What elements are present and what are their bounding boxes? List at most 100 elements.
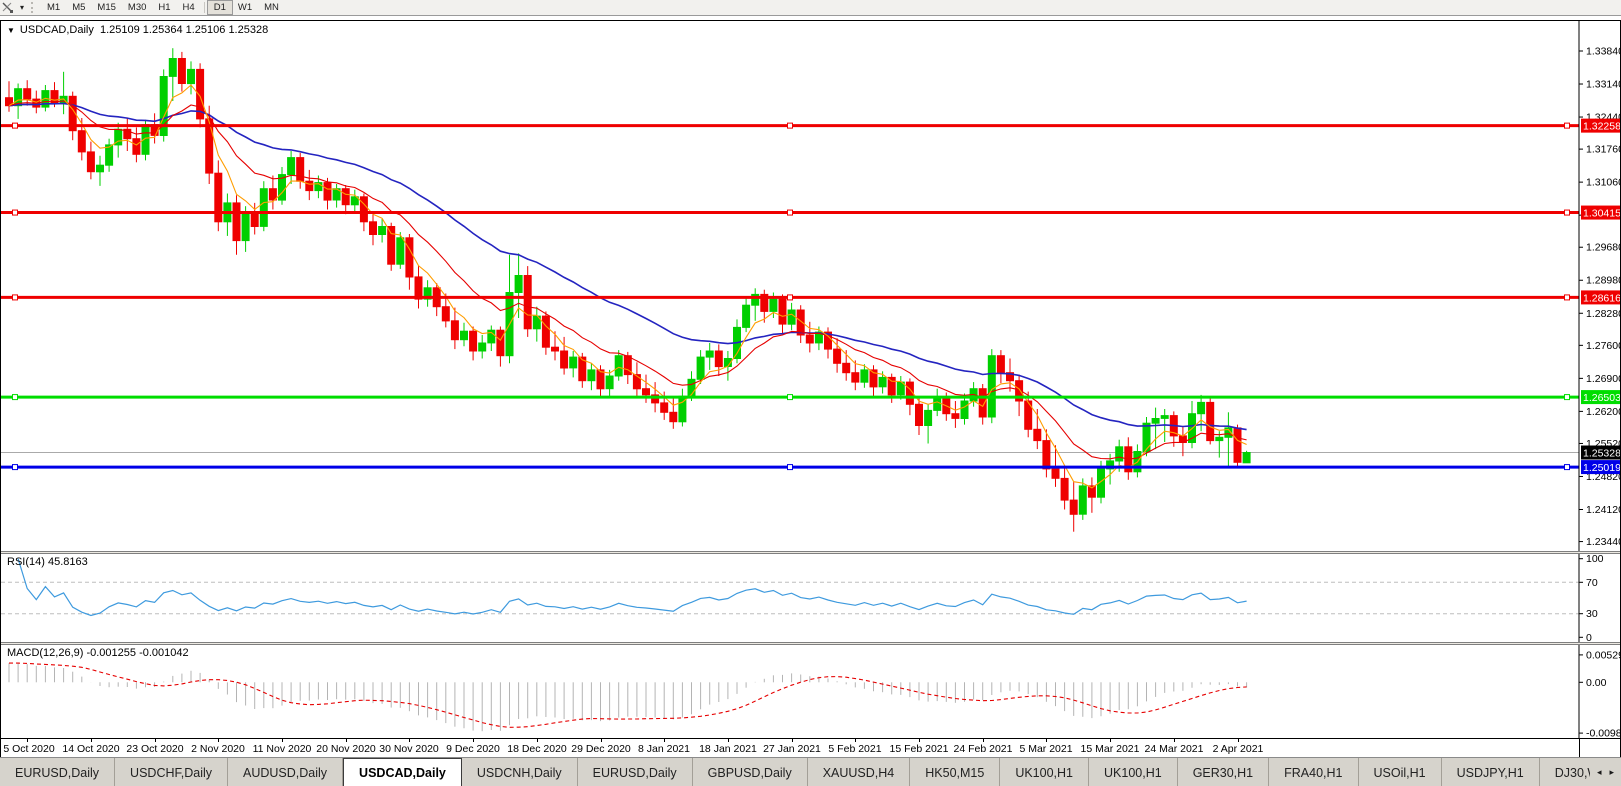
- line-handle[interactable]: [787, 464, 793, 471]
- chart-tab-fra40-h1[interactable]: FRA40,H1: [1269, 758, 1359, 786]
- candle-body-up[interactable]: [742, 304, 751, 328]
- candle-body-down[interactable]: [951, 413, 960, 419]
- chart-tab-usdcad-daily[interactable]: USDCAD,Daily: [343, 758, 462, 786]
- period-button-m5[interactable]: M5: [66, 1, 91, 14]
- candle-body-down[interactable]: [77, 130, 86, 153]
- candle-body-up[interactable]: [1160, 415, 1169, 419]
- candle-body-down[interactable]: [450, 320, 459, 341]
- candle-body-down[interactable]: [551, 346, 559, 352]
- line-handle[interactable]: [1564, 464, 1570, 471]
- candle-body-down[interactable]: [714, 350, 723, 368]
- candle-body-up[interactable]: [1215, 436, 1224, 442]
- candle-body-up[interactable]: [514, 275, 523, 293]
- line-handle[interactable]: [787, 394, 793, 401]
- chart-tab-xauusd-h4[interactable]: XAUUSD,H4: [808, 758, 911, 786]
- macd-plot[interactable]: 0.005296 0.00 -0.00981: [1, 645, 1620, 738]
- candle-body-down[interactable]: [441, 306, 450, 322]
- candle-body-up[interactable]: [860, 369, 869, 383]
- candle-body-up[interactable]: [1197, 401, 1206, 415]
- candlestick-plot[interactable]: 1.338401.331401.324401.317601.310601.303…: [1, 21, 1620, 551]
- chart-tab-usoil-h1[interactable]: USOil,H1: [1359, 758, 1442, 786]
- line-handle[interactable]: [787, 122, 793, 129]
- candle-body-up[interactable]: [168, 58, 177, 77]
- candle-body-down[interactable]: [660, 402, 669, 413]
- candle-body-up[interactable]: [924, 409, 933, 426]
- candle-body-down[interactable]: [177, 58, 186, 84]
- candle-body-up[interactable]: [614, 355, 623, 377]
- candle-body-up[interactable]: [696, 356, 705, 380]
- window-menu-icon[interactable]: ▼: [7, 26, 15, 35]
- candle-body-down[interactable]: [1069, 499, 1078, 515]
- candle-body-down[interactable]: [1051, 468, 1060, 479]
- candle-body-down[interactable]: [596, 369, 605, 390]
- chart-tab-hk50-m15[interactable]: HK50,M15: [910, 758, 1001, 786]
- chart-tab-usdchf-daily[interactable]: USDCHF,Daily: [115, 758, 228, 786]
- candle-body-down[interactable]: [805, 334, 814, 344]
- candle-body-down[interactable]: [842, 362, 851, 374]
- candle-body-up[interactable]: [787, 309, 796, 325]
- candle-body-up[interactable]: [960, 400, 969, 419]
- candle-body-down[interactable]: [86, 151, 95, 173]
- chart-tab-usdjpy-h1[interactable]: USDJPY,H1: [1442, 758, 1540, 786]
- candle-body-up[interactable]: [478, 342, 487, 352]
- rsi-plot[interactable]: 100 70 30 0: [1, 554, 1620, 642]
- candle-body-down[interactable]: [469, 330, 478, 352]
- candle-body-down[interactable]: [305, 180, 314, 192]
- line-handle[interactable]: [12, 464, 18, 471]
- period-button-m15[interactable]: M15: [91, 1, 121, 14]
- candle-body-down[interactable]: [778, 298, 787, 325]
- line-handle[interactable]: [12, 294, 18, 301]
- period-button-m1[interactable]: M1: [41, 1, 66, 14]
- candle-body-up[interactable]: [705, 350, 714, 358]
- line-handle[interactable]: [12, 394, 18, 401]
- candle-body-down[interactable]: [1042, 440, 1051, 470]
- rsi-panel[interactable]: 100 70 30 0: [1, 554, 1620, 642]
- candle-body-up[interactable]: [187, 68, 195, 85]
- candle-body-down[interactable]: [214, 172, 223, 223]
- candle-body-down[interactable]: [523, 275, 532, 330]
- candle-body-down[interactable]: [541, 315, 550, 348]
- line-handle[interactable]: [787, 294, 793, 301]
- candle-body-down[interactable]: [296, 157, 305, 182]
- line-handle[interactable]: [1564, 122, 1570, 129]
- period-button-d1[interactable]: D1: [206, 0, 233, 15]
- candle-body-up[interactable]: [287, 157, 296, 176]
- candle-body-up[interactable]: [933, 396, 942, 411]
- candle-body-down[interactable]: [23, 88, 32, 100]
- chart-tab-eurusd-daily[interactable]: EURUSD,Daily: [0, 758, 116, 786]
- candle-body-down[interactable]: [414, 276, 423, 300]
- chart-tab-eurusd-daily[interactable]: EURUSD,Daily: [578, 758, 693, 786]
- candle-body-down[interactable]: [359, 196, 368, 223]
- candle-body-up[interactable]: [769, 298, 778, 312]
- candle-body-down[interactable]: [250, 213, 259, 227]
- candle-body-down[interactable]: [268, 188, 277, 201]
- line-handle[interactable]: [12, 209, 18, 216]
- candle-body-up[interactable]: [96, 164, 104, 173]
- candle-body-down[interactable]: [996, 355, 1005, 374]
- candle-body-down[interactable]: [405, 237, 414, 278]
- candle-body-up[interactable]: [878, 376, 887, 388]
- line-handle[interactable]: [787, 209, 793, 216]
- chart-tab-uk100-h1[interactable]: UK100,H1: [1089, 758, 1178, 786]
- candle-body-up[interactable]: [1151, 418, 1160, 424]
- candle-body-down[interactable]: [387, 226, 396, 265]
- period-button-w1[interactable]: W1: [232, 1, 258, 14]
- period-button-mn[interactable]: MN: [258, 1, 285, 14]
- chart-tab-gbpusd-daily[interactable]: GBPUSD,Daily: [693, 758, 808, 786]
- candle-body-down[interactable]: [1033, 428, 1042, 442]
- candle-body-down[interactable]: [369, 221, 377, 236]
- candle-body-down[interactable]: [1060, 477, 1069, 501]
- candle-body-down[interactable]: [341, 188, 350, 206]
- candle-body-down[interactable]: [323, 182, 332, 201]
- chart-tab-ger30-h1[interactable]: GER30,H1: [1178, 758, 1270, 786]
- candle-body-down[interactable]: [232, 202, 241, 242]
- tab-scroll-left-icon[interactable]: ◂: [1593, 765, 1606, 780]
- period-button-h1[interactable]: H1: [152, 1, 176, 14]
- candle-body-down[interactable]: [1233, 427, 1242, 463]
- line-handle[interactable]: [1564, 209, 1570, 216]
- chart-tab-audusd-daily[interactable]: AUDUSD,Daily: [228, 758, 344, 786]
- toolbar-grip[interactable]: [31, 2, 36, 13]
- period-button-h4[interactable]: H4: [177, 1, 201, 14]
- candle-body-down[interactable]: [560, 350, 569, 369]
- candle-body-up[interactable]: [569, 356, 578, 369]
